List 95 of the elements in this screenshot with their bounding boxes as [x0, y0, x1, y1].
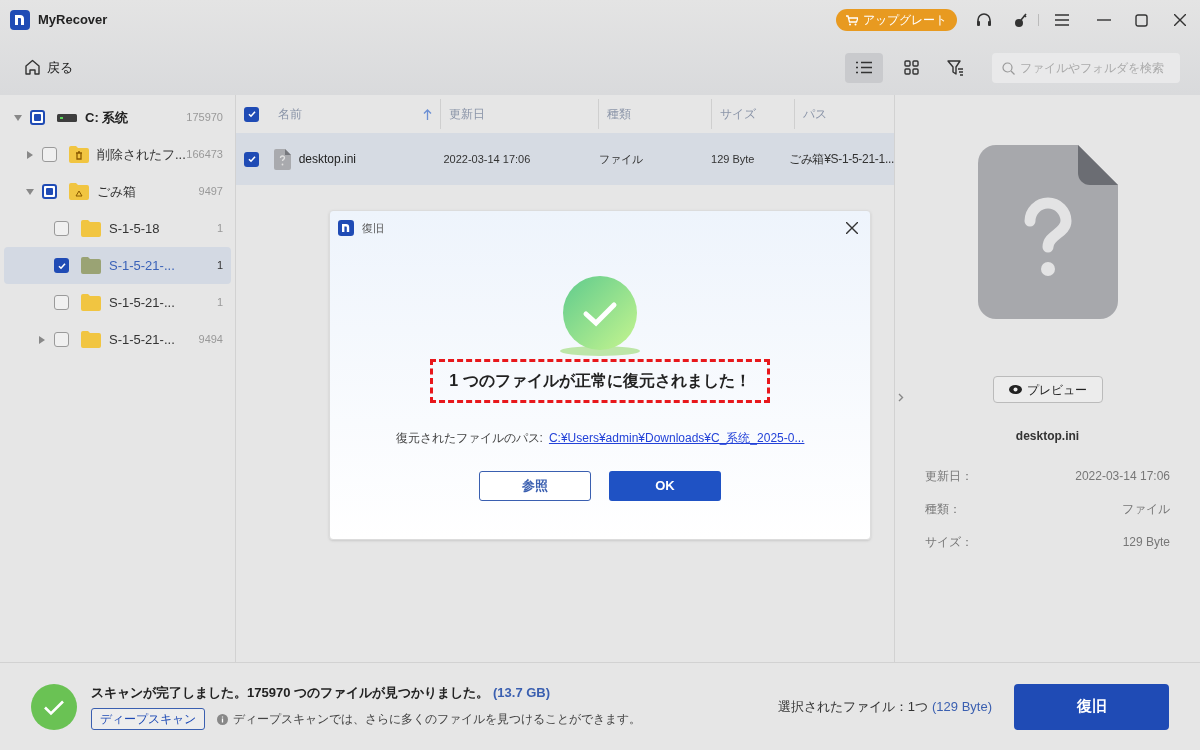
- cart-icon: [846, 14, 858, 26]
- checkbox[interactable]: [54, 258, 69, 273]
- checkbox[interactable]: [54, 332, 69, 347]
- item-count: 1: [216, 221, 223, 237]
- item-count: 175970: [186, 110, 223, 126]
- maximize-icon[interactable]: [1135, 13, 1148, 27]
- tree-item[interactable]: S-1-5-21-... 9494: [4, 321, 231, 358]
- detail-label: サイズ：: [925, 533, 973, 551]
- item-count: 9494: [198, 332, 223, 348]
- home-icon: [24, 59, 41, 76]
- tree-item[interactable]: 削除されたフ...166473: [4, 136, 231, 173]
- item-count: 166473: [186, 147, 223, 163]
- selected-size: (129 Byte): [932, 697, 992, 716]
- deep-scan-button[interactable]: ディープスキャン: [91, 708, 205, 731]
- checkbox[interactable]: [42, 147, 57, 162]
- close-icon[interactable]: [846, 222, 858, 234]
- checkbox[interactable]: [244, 106, 259, 122]
- scan-complete-message: スキャンが完了しました。175970 つのファイルが見つかりました。: [91, 683, 489, 702]
- checkbox[interactable]: [244, 151, 259, 167]
- list-icon: [856, 61, 872, 74]
- chevron-right-icon[interactable]: [898, 393, 904, 402]
- app-title: MyRecover: [38, 11, 108, 30]
- expand-caret-icon[interactable]: [38, 335, 46, 344]
- drive-icon: [57, 113, 77, 122]
- item-count: 1: [216, 258, 223, 274]
- path-link[interactable]: C:¥Users¥admin¥Downloads¥C_系统_2025-0...: [548, 429, 805, 447]
- recycle-folder-icon: [68, 182, 90, 201]
- collapse-caret-icon[interactable]: [14, 113, 22, 122]
- table-row[interactable]: desktop.ini 2022-03-14 17:06 ファイル 129 Byte ごみ箱¥S-1-5-21-1...: [236, 133, 894, 185]
- recover-button[interactable]: 復旧: [1014, 683, 1169, 730]
- tree-item-label: 削除されたフ...: [97, 145, 187, 164]
- grid-icon: [903, 60, 919, 75]
- tree-item-label: C: 系统: [85, 108, 130, 127]
- deep-scan-hint: ディープスキャンでは、さらに多くのファイルを見つけることができます。: [233, 711, 641, 729]
- item-count: 9497: [198, 184, 223, 200]
- check-icon: [246, 154, 257, 164]
- tree-item[interactable]: C: 系统 175970: [4, 99, 231, 136]
- unknown-file-icon: [273, 148, 291, 170]
- file-name: desktop.ini: [1015, 428, 1080, 445]
- detail-value: ファイル: [1122, 500, 1170, 518]
- back-button[interactable]: 戻る: [24, 57, 73, 78]
- menu-icon[interactable]: [1055, 14, 1069, 26]
- detail-value: 129 Byte: [1122, 533, 1170, 551]
- tree-item-label: S-1-5-21-...: [109, 330, 176, 349]
- folder-icon: [80, 219, 102, 238]
- success-check-icon: [31, 683, 77, 730]
- selected-files-label: 選択されたファイル：1つ: [777, 697, 928, 716]
- table-cell-text: ファイル: [598, 151, 645, 167]
- app-logo-icon: [338, 220, 354, 236]
- table-cell-text: desktop.ini: [298, 151, 357, 168]
- folder-icon: [80, 330, 102, 349]
- app-logo-icon: [10, 10, 30, 30]
- unknown-file-icon: [977, 145, 1118, 319]
- eye-icon: [1008, 385, 1022, 394]
- tree-item[interactable]: S-1-5-21-... 1: [4, 284, 231, 321]
- list-view-button[interactable]: [845, 52, 883, 83]
- table-cell-text: 2022-03-14 17:06: [442, 151, 532, 167]
- search-icon: [1002, 61, 1015, 75]
- collapse-caret-icon[interactable]: [26, 187, 34, 196]
- tree-item-label: S-1-5-21-...: [109, 293, 176, 312]
- tree-item[interactable]: S-1-5-21-... 1: [4, 247, 231, 284]
- detail-value: 2022-03-14 17:06: [1075, 467, 1170, 485]
- ok-button[interactable]: OK: [609, 471, 721, 501]
- tree-item-label: ごみ箱: [97, 182, 137, 201]
- dialog-title: 復旧: [362, 220, 384, 236]
- checkbox[interactable]: [42, 184, 57, 199]
- path-label: 復元されたファイルのパス:: [395, 430, 543, 447]
- tree-item[interactable]: S-1-5-18 1: [4, 210, 231, 247]
- check-icon: [56, 260, 67, 271]
- tree-item[interactable]: ごみ箱 9497: [4, 173, 231, 210]
- trash-folder-icon: [68, 145, 90, 164]
- success-message: 1 つのファイルが正常に復元されました！: [430, 359, 770, 403]
- key-icon[interactable]: [1014, 12, 1028, 28]
- detail-label: 更新日：: [925, 467, 973, 485]
- detail-label: 種類：: [925, 500, 961, 518]
- table-cell-text: ごみ箱¥S-1-5-21-1...: [788, 151, 894, 168]
- checkbox[interactable]: [54, 221, 69, 236]
- tree-item-label: S-1-5-18: [109, 219, 161, 238]
- check-icon: [246, 109, 257, 119]
- folder-icon: [80, 256, 102, 275]
- total-size: (13.7 GB): [493, 683, 551, 702]
- table-cell-text: 129 Byte: [710, 151, 756, 167]
- close-icon[interactable]: [1174, 14, 1186, 26]
- headset-icon[interactable]: [976, 12, 992, 28]
- filter-icon[interactable]: [947, 59, 964, 76]
- sort-up-arrow-icon[interactable]: [423, 108, 432, 120]
- folder-icon: [80, 293, 102, 312]
- tree-item-label: S-1-5-21-...: [109, 256, 176, 275]
- expand-caret-icon[interactable]: [26, 150, 34, 159]
- item-count: 1: [216, 295, 223, 311]
- checkbox[interactable]: [54, 295, 69, 310]
- browse-button[interactable]: 参照: [479, 471, 591, 501]
- preview-button[interactable]: プレビュー: [992, 376, 1103, 403]
- info-icon: [217, 713, 228, 725]
- checkbox[interactable]: [30, 110, 45, 125]
